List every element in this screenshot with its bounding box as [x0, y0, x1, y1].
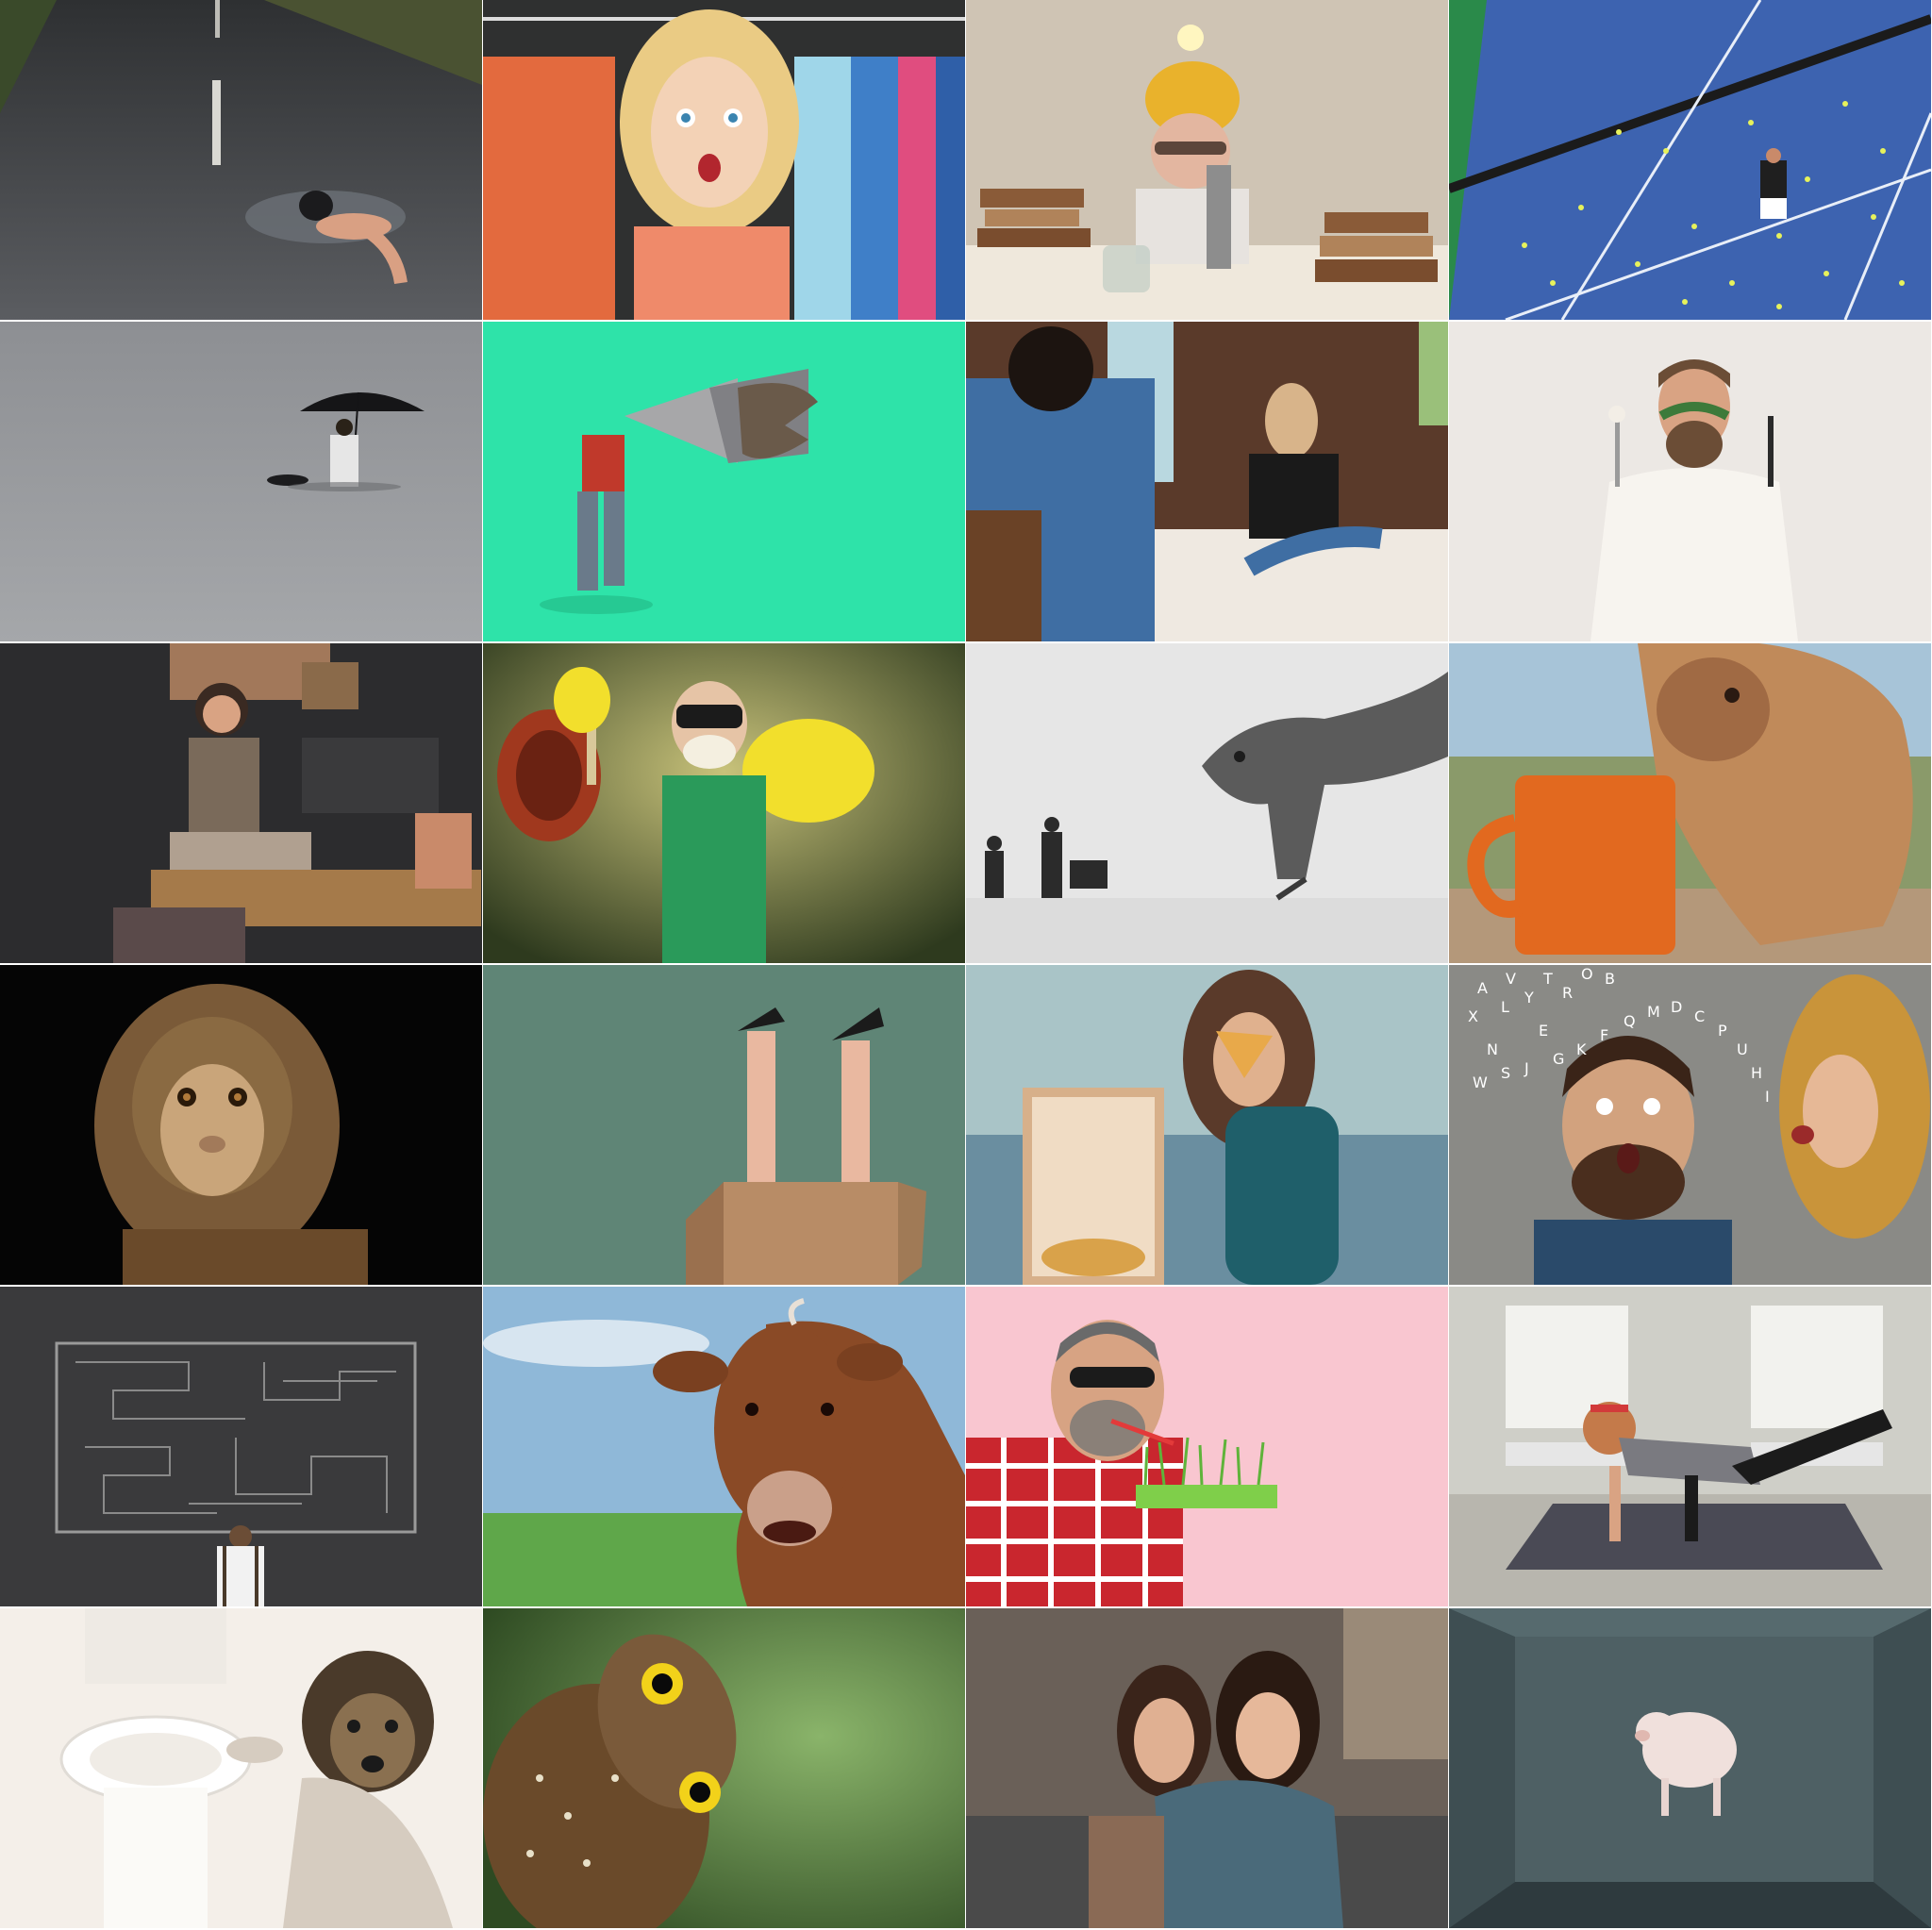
- svg-text:U: U: [1737, 1040, 1748, 1058]
- tile-camel-orange-mug: [1449, 643, 1931, 963]
- svg-text:I: I: [1765, 1088, 1770, 1106]
- svg-text:K: K: [1576, 1040, 1587, 1058]
- tile-umbrella-man-in-flood: [0, 322, 482, 641]
- svg-text:O: O: [1581, 965, 1593, 983]
- svg-text:V: V: [1506, 970, 1516, 988]
- tile-maze-chalkboard: [0, 1287, 482, 1606]
- svg-text:N: N: [1487, 1040, 1498, 1058]
- tile-cow-in-field: [483, 1287, 965, 1606]
- tile-scared-women-pillow: [966, 1608, 1448, 1928]
- svg-text:W: W: [1473, 1073, 1488, 1091]
- svg-text:H: H: [1751, 1064, 1762, 1082]
- tile-woman-pizza-sofa: [966, 965, 1448, 1285]
- tile-yoga-man-mat: [1449, 1287, 1931, 1606]
- svg-text:B: B: [1605, 970, 1615, 988]
- tile-swimmer-on-road: [0, 0, 482, 320]
- tile-lightbulb-helmet-microscope: [966, 0, 1448, 320]
- svg-text:F: F: [1600, 1026, 1608, 1044]
- svg-text:X: X: [1468, 1007, 1478, 1025]
- svg-text:D: D: [1671, 998, 1682, 1016]
- tile-dinosaur-megaphone: [483, 322, 965, 641]
- svg-text:A: A: [1477, 979, 1488, 997]
- svg-text:S: S: [1501, 1064, 1510, 1082]
- tile-monkey-portrait: [0, 965, 482, 1285]
- tile-cluttered-office-desk: [0, 643, 482, 963]
- svg-text:P: P: [1718, 1022, 1727, 1040]
- tile-tennis-court-balls: [1449, 0, 1931, 320]
- tile-dog-toilet: [0, 1608, 482, 1928]
- tile-legs-in-box: [483, 965, 965, 1285]
- svg-text:C: C: [1694, 1007, 1705, 1025]
- tile-couple-restaurant-argument: [966, 322, 1448, 641]
- tile-surprised-woman-clothes-rack: [483, 0, 965, 320]
- svg-text:Y: Y: [1524, 989, 1534, 1007]
- tile-floating-pig-room: [1449, 1608, 1931, 1928]
- tile-lizard-toy-soldiers: [966, 643, 1448, 963]
- svg-text:T: T: [1542, 970, 1553, 988]
- tile-woman-shouting-letters: X N L Y E R A V T O B W S J G K F Q M D: [1449, 965, 1931, 1285]
- tile-owl-tilted-head: [483, 1608, 965, 1928]
- tile-plunger-rubber-gloves: [483, 643, 965, 963]
- photo-mosaic: X N L Y E R A V T O B W S J G K F Q M D: [0, 0, 1931, 1928]
- svg-text:M: M: [1647, 1003, 1660, 1021]
- svg-text:G: G: [1553, 1050, 1564, 1068]
- tile-chef-herb-mustache: [1449, 322, 1931, 641]
- tile-man-grass-straw: [966, 1287, 1448, 1606]
- svg-text:E: E: [1539, 1022, 1548, 1040]
- svg-text:R: R: [1562, 984, 1573, 1002]
- svg-text:J: J: [1524, 1059, 1529, 1077]
- svg-text:L: L: [1501, 998, 1509, 1016]
- svg-text:Q: Q: [1624, 1012, 1636, 1030]
